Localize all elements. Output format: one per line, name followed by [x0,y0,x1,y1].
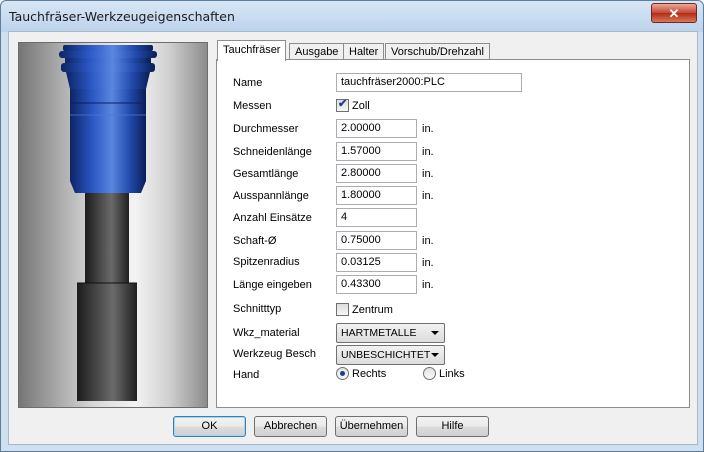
tab-panel: Name tauchfräser2000:PLC Messen ✔ Zoll D… [216,59,690,408]
laenge-eingeben-input[interactable]: 0.43300 [336,275,417,294]
name-input[interactable]: tauchfräser2000:PLC [336,73,522,92]
zentrum-checkbox[interactable] [336,303,349,316]
schaft-durchmesser-label: Schaft-Ø [233,235,277,247]
tool-preview [18,42,208,408]
ok-button[interactable]: OK [173,416,246,437]
name-label: Name [233,77,263,89]
apply-button-label: Übernehmen [339,420,404,432]
schaft-durchmesser-input[interactable]: 0.75000 [336,231,417,250]
durchmesser-unit: in. [422,123,434,135]
messen-label: Messen [233,100,272,112]
spitzenradius-input[interactable]: 0.03125 [336,253,417,272]
tab-label: Ausgabe [295,46,339,58]
zentrum-checkbox-label: Zentrum [352,304,393,316]
chevron-down-icon [431,353,439,357]
schaft-durchmesser-unit: in. [422,235,434,247]
ausspannlaenge-unit: in. [422,190,434,202]
close-button[interactable]: ✕ [651,3,697,23]
schneidenlaenge-label: Schneidenlänge [233,146,312,158]
links-radio-label: Links [439,368,465,380]
schneidenlaenge-input[interactable]: 1.57000 [336,142,417,161]
durchmesser-label: Durchmesser [233,123,299,135]
tab-label: Tauchfräser [223,44,281,56]
help-button-label: Hilfe [441,420,464,432]
zoll-checkbox[interactable]: ✔ [336,98,349,112]
window-title: Tauchfräser-Werkzeugeigenschaften [9,9,235,24]
anzahl-einsaetze-label: Anzahl Einsätze [233,212,312,224]
tab-halter[interactable]: Halter [343,43,385,60]
title-bar[interactable]: Tauchfräser-Werkzeugeigenschaften ✕ [1,1,703,32]
close-icon: ✕ [668,5,680,21]
radio-selected-dot [340,371,345,376]
dialog-client-area: Tauchfräser Ausgabe Halter Vorschub/Dreh… [8,31,698,445]
werkzeug-besch-select[interactable]: UNBESCHICHTET [336,345,445,365]
wkz-material-select[interactable]: HARTMETALLE [336,323,445,343]
links-radio[interactable] [423,367,436,380]
werkzeug-besch-label: Werkzeug Besch [233,348,316,360]
help-button[interactable]: Hilfe [416,416,489,437]
spitzenradius-label: Spitzenradius [233,256,300,268]
cancel-button[interactable]: Abbrechen [254,416,327,437]
werkzeug-besch-value: UNBESCHICHTET [341,349,431,361]
laenge-eingeben-label: Länge eingeben [233,279,312,291]
checkmark-icon: ✔ [338,98,348,110]
chevron-down-icon [431,331,439,335]
ausspannlaenge-label: Ausspannlänge [233,190,309,202]
gesamtlaenge-label: Gesamtlänge [233,168,299,180]
dialog-window: Tauchfräser-Werkzeugeigenschaften ✕ Tauc… [0,0,704,452]
gesamtlaenge-input[interactable]: 2.80000 [336,164,417,183]
wkz-material-label: Wkz_material [233,327,300,339]
tab-label: Vorschub/Drehzahl [391,46,484,58]
cancel-button-label: Abbrechen [263,420,318,432]
tab-ausgabe[interactable]: Ausgabe [289,43,345,60]
rechts-radio[interactable] [336,367,349,380]
hand-label: Hand [233,369,260,381]
apply-button[interactable]: Übernehmen [335,416,408,437]
laenge-eingeben-unit: in. [422,279,434,291]
spitzenradius-unit: in. [422,257,434,269]
tab-vorschub-drehzahl[interactable]: Vorschub/Drehzahl [385,43,490,60]
ok-button-label: OK [201,420,218,432]
anzahl-einsaetze-input[interactable]: 4 [336,208,417,227]
schneidenlaenge-unit: in. [422,146,434,158]
zoll-checkbox-label: Zoll [352,100,370,112]
end-mill-illustration [59,45,157,401]
durchmesser-input[interactable]: 2.00000 [336,119,417,138]
schnitttyp-label: Schnitttyp [233,303,282,315]
tab-label: Halter [349,46,379,58]
ausspannlaenge-input[interactable]: 1.80000 [336,186,417,205]
rechts-radio-label: Rechts [352,368,387,380]
gesamtlaenge-unit: in. [422,168,434,180]
wkz-material-value: HARTMETALLE [341,327,417,339]
tab-tauchfraeser[interactable]: Tauchfräser [217,40,287,61]
